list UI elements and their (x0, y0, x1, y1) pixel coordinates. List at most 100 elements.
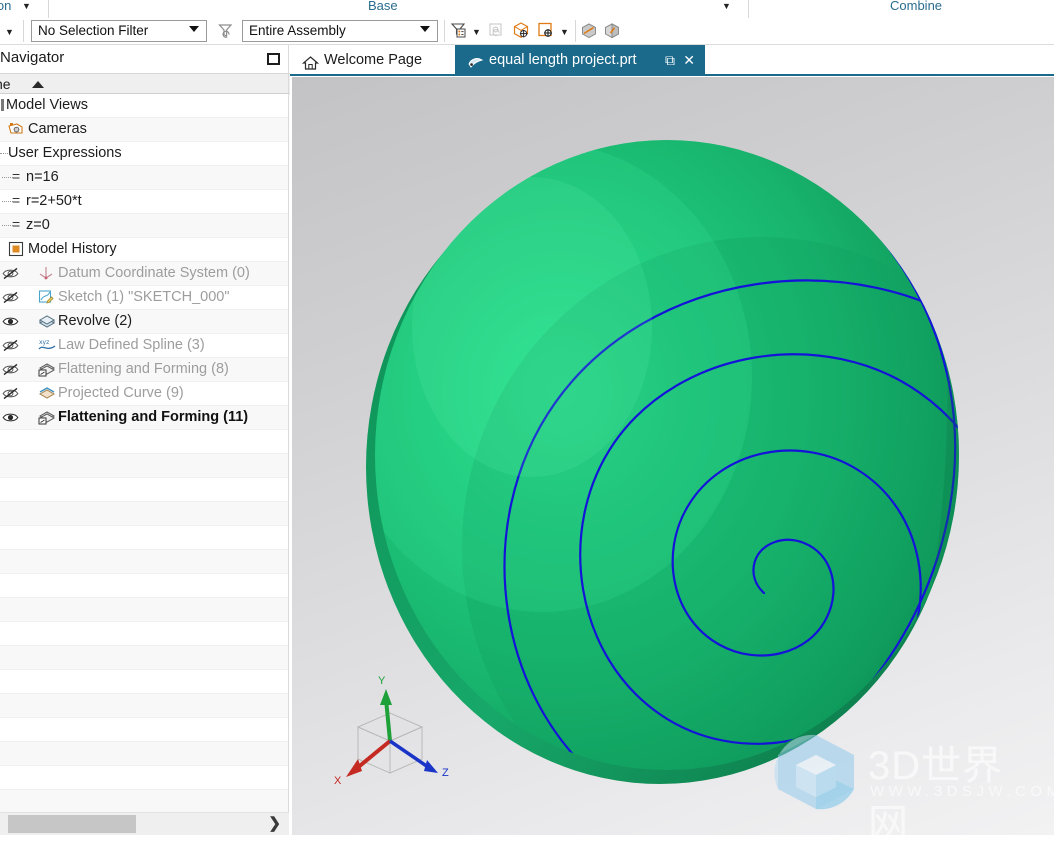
tree-item-flattening-and-forming-8[interactable]: Flattening and Forming (8) (0, 358, 289, 382)
tree-empty-row[interactable] (0, 574, 289, 598)
tree-item-model-views[interactable]: Model Views (0, 94, 289, 118)
navigator-column-header[interactable]: ne (0, 73, 290, 94)
sketch-icon (38, 289, 54, 310)
equals-icon: = (12, 192, 21, 208)
pin-window-icon[interactable] (267, 53, 280, 65)
tree-item-r-2-50-t[interactable]: = r=2+50*t (0, 190, 289, 214)
ribbon-caret-left[interactable]: ▼ (22, 1, 31, 11)
toolbar-divider-2 (444, 20, 445, 42)
toolbar-divider-3 (575, 20, 576, 42)
tree-empty-row[interactable] (0, 646, 289, 670)
model-navigator-tree[interactable]: Model Views Cameras User Expressions = n=16 =… (0, 94, 289, 857)
orientation-triad[interactable]: Y X Z (330, 675, 460, 795)
snap-point-dropdown-icon[interactable] (449, 21, 469, 46)
tree-item-model-history[interactable]: Model History (0, 238, 289, 262)
selection-filter-reset-icon[interactable] (217, 22, 235, 45)
tree-empty-row[interactable] (0, 718, 289, 742)
navigator-header: Navigator (0, 45, 290, 73)
sort-ascending-icon[interactable] (32, 81, 44, 88)
triad-label-z: Z (442, 767, 449, 779)
ribbon-divider-2 (748, 0, 749, 18)
document-tab-equal-length-project-prt[interactable]: equal length project.prt ⧉ ✕ (455, 45, 705, 75)
law-spline-icon: xyz (38, 337, 56, 358)
tree-empty-row[interactable] (0, 526, 289, 550)
tree-item-label: n=16 (26, 169, 59, 185)
flatten-form-icon (38, 409, 56, 430)
tree-item-projected-curve-9[interactable]: Projected Curve (9) (0, 382, 289, 406)
tree-item-flattening-and-forming-11[interactable]: Flattening and Forming (11) (0, 406, 289, 430)
navigator-right-border (288, 45, 289, 835)
tree-item-n-16[interactable]: = n=16 (0, 166, 289, 190)
chevron-down-icon[interactable] (189, 26, 199, 32)
tree-item-label: Datum Coordinate System (0) (58, 265, 250, 281)
ribbon-strip: ion ▼ Base ▼ Combine (0, 0, 1054, 18)
projected-curve-icon (38, 385, 56, 406)
selection-scope-combo[interactable]: Entire Assembly (242, 20, 438, 42)
selection-filter-value: No Selection Filter (38, 23, 149, 38)
tab-label: Welcome Page (324, 52, 423, 68)
selection-toolbar: ▼ No Selection Filter Entire Assembly ▼ … (0, 18, 1054, 45)
selection-filter-combo[interactable]: No Selection Filter (31, 20, 207, 42)
tab-label: equal length project.prt (489, 52, 637, 68)
tree-item-label: z=0 (26, 217, 50, 233)
visibility-eye-hidden-icon[interactable] (2, 267, 19, 280)
camera-icon (8, 121, 24, 142)
point-dropdown-caret[interactable]: ▼ (560, 27, 569, 37)
tree-empty-row[interactable] (0, 430, 289, 454)
tree-empty-row[interactable] (0, 766, 289, 790)
visibility-eye-icon[interactable] (2, 315, 19, 328)
tree-empty-row[interactable] (0, 598, 289, 622)
tree-item-sketch-1-sketch-000[interactable]: Sketch (1) "SKETCH_000" (0, 286, 289, 310)
tree-empty-row[interactable] (0, 694, 289, 718)
restore-tab-icon[interactable]: ⧉ (665, 45, 675, 75)
column-header-label: ne (0, 76, 11, 92)
ribbon-caret-right[interactable]: ▼ (722, 1, 731, 11)
face-shaded-icon[interactable] (579, 21, 599, 46)
tree-empty-row[interactable] (0, 790, 289, 814)
tab-active-underline (290, 74, 1054, 76)
visibility-eye-hidden-icon[interactable] (2, 339, 19, 352)
visibility-eye-hidden-icon[interactable] (2, 363, 19, 376)
tree-item-label: r=2+50*t (26, 193, 82, 209)
navigator-panel: Navigator ne Model Views Cameras User Expr… (0, 45, 290, 835)
tree-item-user-expressions[interactable]: User Expressions (0, 142, 289, 166)
tree-item-revolve-2[interactable]: Revolve (2) (0, 310, 289, 334)
body-shaded-icon[interactable] (602, 21, 622, 46)
scroll-right-arrow-icon[interactable]: ❯ (268, 815, 281, 833)
visibility-eye-hidden-icon[interactable] (2, 291, 19, 304)
chevron-down-icon[interactable] (420, 26, 430, 32)
tree-item-label: Model History (28, 241, 117, 257)
tree-empty-row[interactable] (0, 478, 289, 502)
tree-empty-row[interactable] (0, 670, 289, 694)
snap-point-caret[interactable]: ▼ (472, 27, 481, 37)
navigator-horizontal-scrollbar[interactable]: ❯ (0, 812, 289, 835)
tree-item-law-defined-spline-3[interactable]: xyz Law Defined Spline (3) (0, 334, 289, 358)
tree-empty-row[interactable] (0, 742, 289, 766)
triad-label-x: X (334, 775, 342, 787)
model-history-icon (8, 241, 24, 262)
datum-csys-icon (38, 265, 54, 286)
scrollbar-thumb[interactable] (8, 815, 136, 833)
graphics-viewport[interactable]: Y X Z 3D世界网 WWW.3DSJW.COM (292, 77, 1054, 835)
document-tab-welcome-page[interactable]: Welcome Page (290, 45, 455, 75)
ribbon-divider-1 (48, 0, 49, 18)
tree-item-label: Model Views (6, 97, 88, 113)
tree-item-cameras[interactable]: Cameras (0, 118, 289, 142)
tree-item-z-0[interactable]: = z=0 (0, 214, 289, 238)
tree-empty-row[interactable] (0, 502, 289, 526)
close-tab-icon[interactable]: ✕ (683, 45, 695, 75)
toolbar-overflow-caret[interactable]: ▼ (5, 27, 14, 37)
nx-application-window: ion ▼ Base ▼ Combine ▼ No Selection Filt… (0, 0, 1054, 835)
tree-item-label: Flattening and Forming (11) (58, 409, 249, 425)
tree-empty-row[interactable] (0, 622, 289, 646)
cube-hexagon-logo (774, 734, 854, 810)
tree-empty-row[interactable] (0, 454, 289, 478)
tree-item-label: Projected Curve (9) (58, 385, 184, 401)
wcs-point-icon[interactable] (511, 21, 531, 46)
tree-item-datum-coordinate-system-0[interactable]: Datum Coordinate System (0) (0, 262, 289, 286)
point-target-icon[interactable] (536, 21, 556, 46)
visibility-eye-icon[interactable] (2, 411, 19, 424)
visibility-eye-hidden-icon[interactable] (2, 387, 19, 400)
tree-empty-row[interactable] (0, 550, 289, 574)
tree-item-label: Sketch (1) "SKETCH_000" (58, 289, 230, 305)
